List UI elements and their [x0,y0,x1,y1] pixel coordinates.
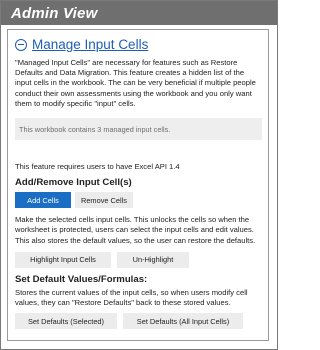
add-remove-buttons: Add Cells Remove Cells [15,192,262,209]
api-requirement-note: This feature requires users to have Exce… [15,162,180,172]
set-defaults-selected-button[interactable]: Set Defaults (Selected) [15,313,117,330]
header-bar: Admin View [1,1,277,25]
managed-cells-status: This workbook contains 3 managed input c… [15,118,262,141]
collapse-minus-icon[interactable] [15,38,27,51]
highlight-buttons: Highlight Input Cells Un-Highlight [15,251,262,268]
add-cells-button[interactable]: Add Cells [15,192,71,209]
set-defaults-all-button[interactable]: Set Defaults (All Input Cells) [123,313,243,330]
section-header[interactable]: Manage Input Cells [15,37,262,52]
set-defaults-description: Stores the current values of the input c… [15,287,248,308]
section-title-link[interactable]: Manage Input Cells [32,37,148,52]
add-remove-heading: Add/Remove Input Cell(s) [15,177,132,189]
set-defaults-buttons: Set Defaults (Selected) Set Defaults (Al… [15,313,262,330]
add-remove-description: Make the selected cells input cells. Thi… [15,215,256,245]
task-pane: Admin View Manage Input Cells "Managed I… [0,0,278,350]
unhighlight-button[interactable]: Un-Highlight [117,251,189,268]
manage-input-cells-panel: Manage Input Cells "Managed Input Cells"… [7,29,269,341]
header-title: Admin View [11,4,98,22]
highlight-input-cells-button[interactable]: Highlight Input Cells [15,251,111,268]
section-description: "Managed Input Cells" are necessary for … [15,58,256,108]
remove-cells-button[interactable]: Remove Cells [75,192,133,209]
set-defaults-heading: Set Default Values/Formulas: [15,273,148,285]
